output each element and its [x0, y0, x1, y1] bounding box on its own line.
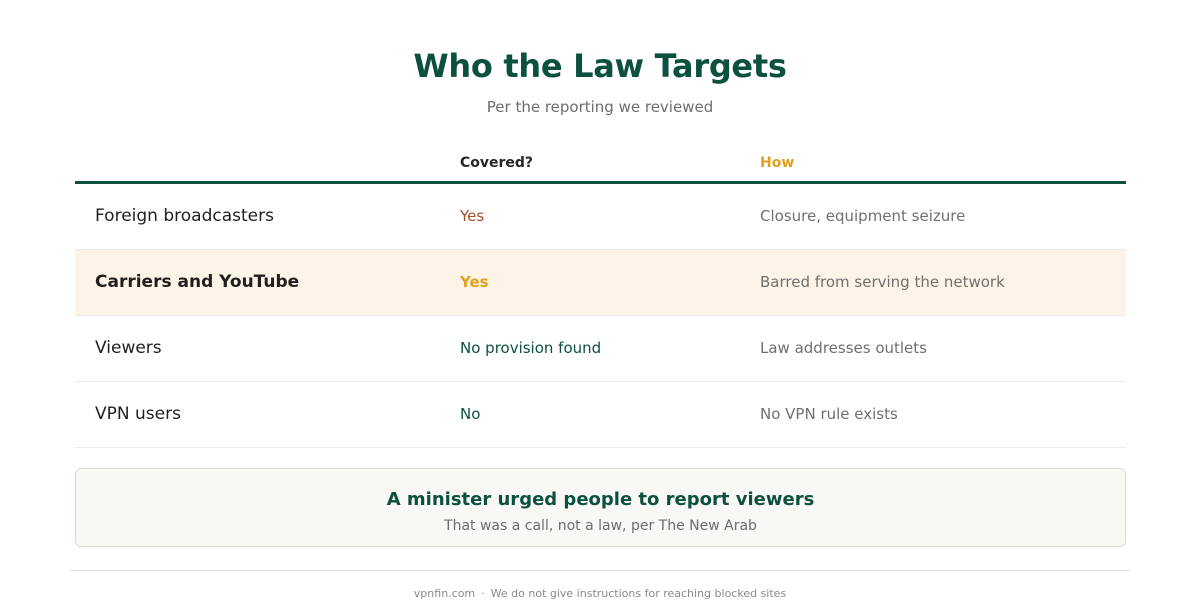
target-cell: Viewers [95, 338, 162, 358]
column-header-covered: Covered? [460, 155, 534, 171]
targets-table: Covered? How Foreign broadcasters Yes Cl… [75, 148, 1126, 448]
how-cell: Law addresses outlets [760, 339, 927, 357]
callout-title: A minister urged people to report viewer… [386, 489, 815, 510]
covered-cell: Yes [460, 207, 485, 225]
table-header: Covered? How [75, 148, 1126, 184]
footer-divider [70, 570, 1131, 571]
footer-disclaimer: We do not give instructions for reaching… [490, 587, 787, 600]
page-subtitle: Per the reporting we reviewed [486, 98, 714, 116]
covered-cell: No [460, 405, 481, 423]
table-row: Viewers No provision found Law addresses… [75, 316, 1126, 382]
footer-separator: · [481, 587, 485, 600]
covered-cell: Yes [460, 273, 489, 291]
how-cell: Closure, equipment seizure [760, 207, 966, 225]
how-cell: Barred from serving the network [760, 273, 1005, 291]
table-row: Foreign broadcasters Yes Closure, equipm… [75, 184, 1126, 250]
callout-box: A minister urged people to report viewer… [75, 468, 1126, 547]
footer: vpnfin.com · We do not give instructions f… [0, 586, 1200, 602]
page-title: Who the Law Targets [413, 47, 787, 85]
target-cell: Foreign broadcasters [95, 206, 274, 226]
table-row-highlighted: Carriers and YouTube Yes Barred from ser… [75, 250, 1126, 316]
footer-site-link[interactable]: vpnfin.com [414, 587, 475, 600]
column-header-how: How [760, 155, 795, 171]
target-cell: Carriers and YouTube [95, 272, 300, 292]
target-cell: VPN users [95, 404, 181, 424]
table-row: VPN users No No VPN rule exists [75, 382, 1126, 448]
callout-text: That was a call, not a law, per The New … [444, 518, 757, 534]
how-cell: No VPN rule exists [760, 405, 898, 423]
covered-cell: No provision found [460, 339, 602, 357]
